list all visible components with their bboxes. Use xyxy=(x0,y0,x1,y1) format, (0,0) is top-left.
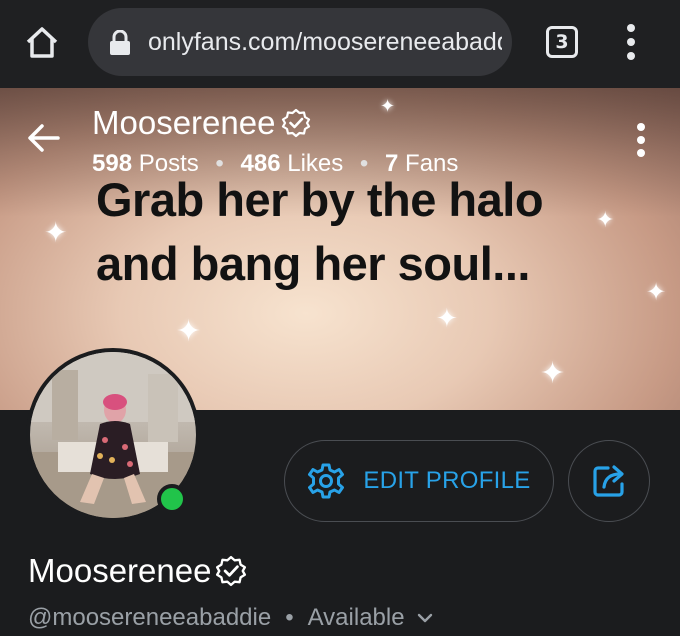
likes-label: Likes xyxy=(287,150,344,177)
fans-count: 7 xyxy=(385,150,399,177)
address-bar[interactable]: onlyfans.com/moosereneeabaddie xyxy=(88,8,512,76)
posts-label: Posts xyxy=(138,150,199,177)
sparkle-icon: ✦ xyxy=(436,304,458,334)
gear-icon xyxy=(308,463,345,499)
availability-status[interactable]: Available xyxy=(308,604,405,632)
more-options-icon[interactable] xyxy=(634,122,648,158)
stats-separator: • xyxy=(215,150,224,177)
sparkle-icon: ✦ xyxy=(176,314,202,349)
chevron-down-icon[interactable] xyxy=(417,612,433,624)
home-icon[interactable] xyxy=(22,22,62,62)
profile-handle-row: @moosereneeabaddie • Available xyxy=(28,604,433,632)
share-icon xyxy=(593,465,624,497)
browser-toolbar: onlyfans.com/moosereneeabaddie 3 xyxy=(0,0,680,88)
tabs-button[interactable]: 3 xyxy=(546,26,578,58)
more-vert-icon[interactable] xyxy=(624,22,638,62)
sparkle-icon: ✦ xyxy=(380,96,396,117)
profile-stats: 598 Posts • 486 Likes • 7 Fans xyxy=(92,150,458,178)
likes-count: 486 xyxy=(240,150,281,177)
stats-separator: • xyxy=(359,150,369,177)
verified-badge-icon xyxy=(216,555,247,587)
back-arrow-icon[interactable] xyxy=(24,118,64,158)
online-status-dot xyxy=(157,484,187,514)
banner-caption: Grab her by the halo and bang her soul..… xyxy=(96,168,656,296)
lock-icon xyxy=(110,30,130,55)
profile-name-row: Mooserenee xyxy=(28,552,247,590)
banner-caption-line2: and bang her soul... xyxy=(96,237,530,290)
header-name-row: Mooserenee xyxy=(92,104,311,142)
profile-handle: @moosereneeabaddie xyxy=(28,604,272,631)
posts-count: 598 xyxy=(92,150,133,177)
edit-profile-label: EDIT PROFILE xyxy=(363,467,531,494)
share-button[interactable] xyxy=(568,440,650,522)
header-display-name: Mooserenee xyxy=(92,104,276,141)
edit-profile-button[interactable]: EDIT PROFILE xyxy=(284,440,554,522)
sparkle-icon: ✦ xyxy=(540,356,566,391)
fans-label: Fans xyxy=(405,150,459,177)
verified-badge-icon xyxy=(282,108,311,138)
handle-separator: • xyxy=(285,604,294,631)
sparkle-icon: ✦ xyxy=(44,216,68,249)
url-text[interactable]: onlyfans.com/moosereneeabaddie xyxy=(148,28,502,57)
profile-display-name: Mooserenee xyxy=(28,552,212,589)
